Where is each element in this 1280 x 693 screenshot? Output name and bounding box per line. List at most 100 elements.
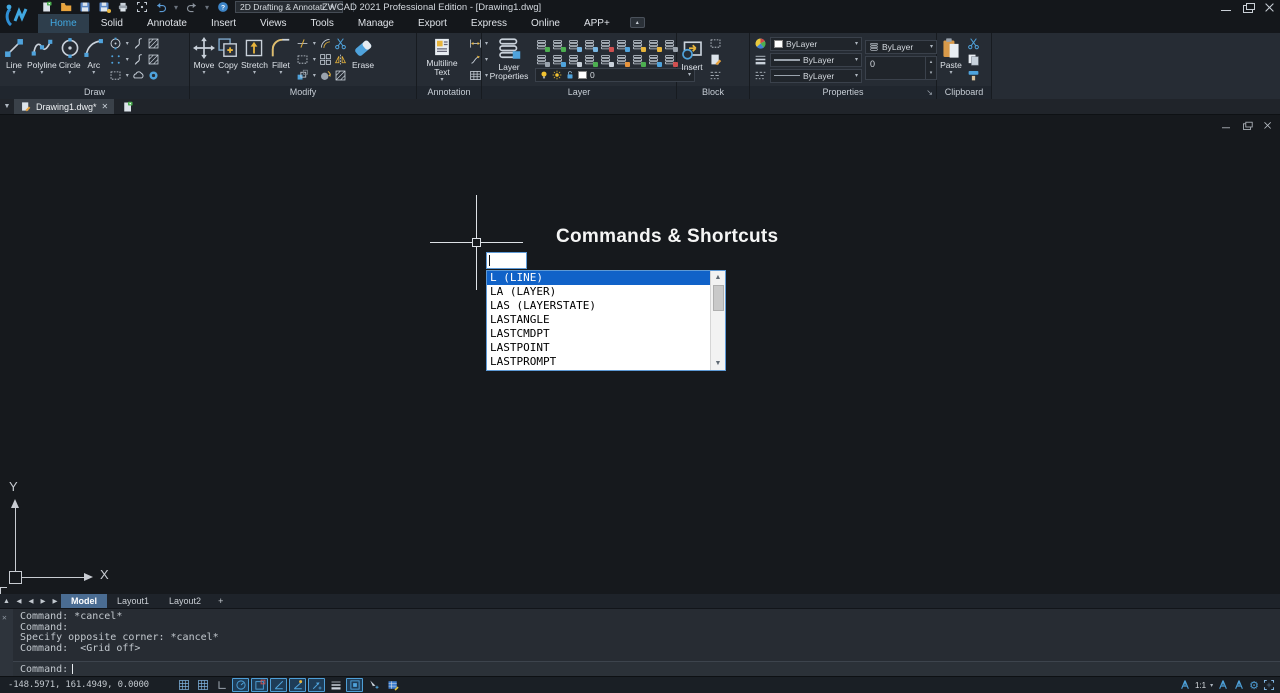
edit-block-icon[interactable] bbox=[708, 53, 722, 67]
layer-off-icon[interactable] bbox=[551, 38, 565, 51]
tab-express[interactable]: Express bbox=[459, 14, 519, 33]
restore-button[interactable] bbox=[1242, 2, 1254, 12]
scroll-up-icon[interactable]: ▲ bbox=[711, 271, 725, 284]
layer-dropdown[interactable]: 0 ▾ bbox=[535, 68, 695, 82]
angle-snap-toggle[interactable] bbox=[270, 678, 287, 692]
spin-down-icon[interactable]: ▾ bbox=[926, 68, 936, 79]
chamfer-icon[interactable] bbox=[319, 37, 333, 51]
chevron-down-icon[interactable]: ▾ bbox=[1210, 682, 1213, 689]
polyline-button[interactable]: Polyline ▾ bbox=[27, 34, 57, 85]
help-button[interactable] bbox=[216, 1, 229, 13]
selection-cycling-toggle[interactable] bbox=[365, 678, 382, 692]
layer-state-icon[interactable] bbox=[615, 53, 629, 66]
auto-annotation-icon[interactable] bbox=[1233, 679, 1245, 691]
save-as-button[interactable] bbox=[97, 1, 110, 13]
tab-layout2[interactable]: Layout2 bbox=[159, 594, 211, 608]
boundary-icon[interactable] bbox=[147, 37, 161, 51]
lineweight-icon[interactable] bbox=[753, 53, 767, 67]
layer-prev-icon[interactable] bbox=[663, 38, 677, 51]
point-icon[interactable] bbox=[109, 53, 123, 67]
trim-icon[interactable] bbox=[296, 37, 310, 51]
line-button[interactable]: Line ▾ bbox=[3, 34, 25, 85]
break-icon[interactable] bbox=[334, 37, 348, 51]
cut-icon[interactable] bbox=[966, 37, 980, 51]
tab-annotate[interactable]: Annotate bbox=[135, 14, 199, 33]
next-layout-icon[interactable]: ▶ bbox=[37, 594, 49, 608]
undo-dropdown[interactable]: ▾ bbox=[173, 3, 179, 12]
tab-tools[interactable]: Tools bbox=[299, 14, 346, 33]
list-item[interactable]: LASTCMDPT bbox=[487, 327, 710, 341]
list-item[interactable]: LA (LAYER) bbox=[487, 285, 710, 299]
scrollbar[interactable]: ▲ ▼ bbox=[710, 271, 725, 370]
layer-freeze-icon[interactable] bbox=[599, 38, 613, 51]
erase-button[interactable]: Erase bbox=[352, 34, 374, 85]
list-item[interactable]: L (LINE) bbox=[487, 271, 710, 285]
table-edit-toggle[interactable] bbox=[384, 678, 401, 692]
leader-icon[interactable] bbox=[468, 53, 482, 67]
linetype-dropdown[interactable]: ByLayer ▾ bbox=[770, 69, 862, 83]
app-logo-icon[interactable] bbox=[2, 1, 34, 31]
layer-lock-icon[interactable] bbox=[535, 53, 549, 66]
close-icon[interactable]: ✕ bbox=[2, 613, 7, 622]
tab-model[interactable]: Model bbox=[61, 594, 107, 608]
layer-copy-icon[interactable] bbox=[631, 53, 645, 66]
object-snap-toggle[interactable] bbox=[251, 678, 268, 692]
snap-mode-toggle[interactable] bbox=[194, 678, 211, 692]
circle-button[interactable]: Circle ▾ bbox=[59, 34, 81, 85]
donut-icon[interactable] bbox=[147, 69, 161, 83]
grid-display-toggle[interactable] bbox=[175, 678, 192, 692]
lineweight-dropdown[interactable]: ByLayer ▾ bbox=[770, 53, 862, 67]
spline-icon[interactable] bbox=[132, 37, 146, 51]
layer-merge-icon[interactable] bbox=[567, 53, 581, 66]
annotation-scale-value[interactable]: 1:1 bbox=[1195, 681, 1206, 690]
layer-change-icon[interactable] bbox=[647, 53, 661, 66]
undo-button[interactable] bbox=[154, 1, 167, 13]
ellipse-icon[interactable] bbox=[109, 37, 123, 51]
tab-app-plus[interactable]: APP+ bbox=[572, 14, 622, 33]
panel-expander-icon[interactable]: ↘ bbox=[926, 86, 933, 99]
match-properties-icon[interactable] bbox=[966, 69, 980, 83]
chevron-down-icon[interactable]: ▾ bbox=[124, 72, 131, 79]
redo-dropdown[interactable]: ▾ bbox=[204, 3, 210, 12]
layer-unlock-icon[interactable] bbox=[551, 53, 565, 66]
layer-on-icon[interactable] bbox=[535, 38, 549, 51]
annotation-scale-icon[interactable] bbox=[1179, 679, 1191, 691]
revision-cloud-icon[interactable] bbox=[132, 69, 146, 83]
dynamic-command-input[interactable] bbox=[486, 252, 527, 269]
region-icon[interactable] bbox=[109, 69, 123, 83]
print-button[interactable] bbox=[116, 1, 129, 13]
tab-insert[interactable]: Insert bbox=[199, 14, 248, 33]
doc-tab-list-icon[interactable]: ▼ bbox=[0, 99, 14, 114]
move-button[interactable]: Move ▾ bbox=[193, 34, 215, 85]
list-item[interactable]: LASTANGLE bbox=[487, 313, 710, 327]
dimension-icon[interactable] bbox=[468, 37, 482, 51]
spin-up-icon[interactable]: ▴ bbox=[926, 57, 936, 68]
rectangle-icon[interactable] bbox=[296, 53, 310, 67]
tab-layout1[interactable]: Layout1 bbox=[107, 594, 159, 608]
first-layout-icon[interactable]: ◀ bbox=[13, 594, 25, 608]
chevron-down-icon[interactable]: ▾ bbox=[311, 40, 318, 47]
new-file-button[interactable] bbox=[40, 1, 53, 13]
last-layout-icon[interactable]: ▶ bbox=[49, 594, 61, 608]
doc-minimize-button[interactable] bbox=[1221, 121, 1231, 129]
doc-close-button[interactable] bbox=[1263, 121, 1273, 129]
block-attributes-icon[interactable] bbox=[708, 69, 722, 83]
scroll-down-icon[interactable]: ▼ bbox=[711, 357, 725, 370]
list-item[interactable]: LASTPROMPT bbox=[487, 355, 710, 369]
explode-icon[interactable] bbox=[296, 69, 310, 83]
spline-cv-icon[interactable] bbox=[132, 53, 146, 67]
layer-purge-icon[interactable] bbox=[663, 53, 677, 66]
redo-button[interactable] bbox=[185, 1, 198, 13]
open-file-button[interactable] bbox=[59, 1, 72, 13]
fullscreen-icon[interactable] bbox=[1263, 679, 1275, 691]
object-snap-tracking-toggle[interactable] bbox=[289, 678, 306, 692]
arc-button[interactable]: Arc ▾ bbox=[83, 34, 105, 85]
list-item[interactable]: LASTPOINT bbox=[487, 341, 710, 355]
add-layout-button[interactable]: + bbox=[211, 594, 230, 608]
new-document-button[interactable] bbox=[118, 99, 138, 114]
fillet-button[interactable]: Fillet ▾ bbox=[270, 34, 292, 85]
insert-block-button[interactable]: Insert bbox=[680, 34, 704, 85]
color-wheel-icon[interactable] bbox=[753, 37, 767, 51]
tab-home[interactable]: Home bbox=[38, 14, 89, 33]
layer-thaw-icon[interactable] bbox=[615, 38, 629, 51]
